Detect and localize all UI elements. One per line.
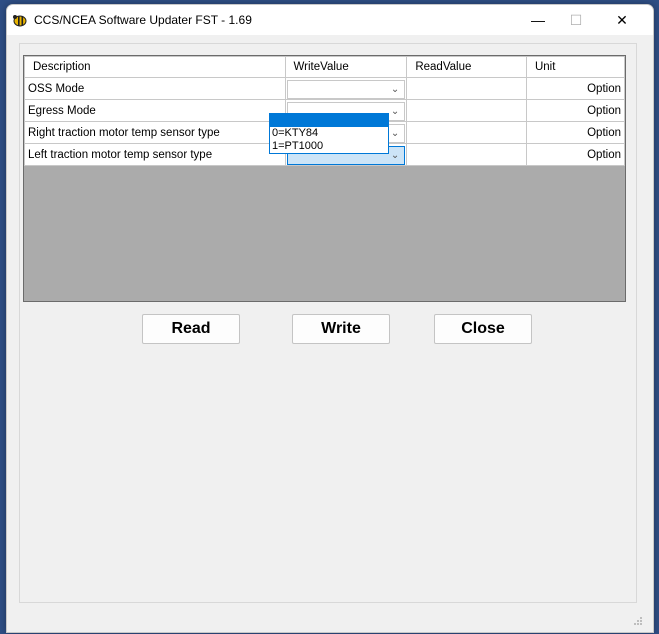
- maximize-icon: ☐: [569, 11, 583, 28]
- chevron-down-icon[interactable]: ⌄: [387, 147, 404, 164]
- row-description: OSS Mode: [24, 77, 286, 100]
- read-button[interactable]: Read: [142, 314, 240, 344]
- chevron-down-icon[interactable]: ⌄: [387, 81, 404, 98]
- row-description: Egress Mode: [24, 99, 286, 122]
- close-window-button[interactable]: ✕: [599, 5, 645, 35]
- window-title: CCS/NCEA Software Updater FST - 1.69: [34, 13, 252, 27]
- title-bar[interactable]: CCS/NCEA Software Updater FST - 1.69 — ☐…: [7, 5, 653, 35]
- column-header-unit[interactable]: Unit: [525, 56, 626, 78]
- unit-cell: Option: [525, 121, 626, 144]
- unit-cell: Option: [525, 77, 626, 100]
- column-header-write-value[interactable]: WriteValue: [284, 56, 408, 78]
- app-bee-icon: [13, 15, 27, 27]
- dropdown-option-kty84[interactable]: 0=KTY84: [270, 127, 388, 140]
- unit-cell: Option: [525, 143, 626, 166]
- write-button[interactable]: Write: [292, 314, 390, 344]
- row-description: Right traction motor temp sensor type: [24, 121, 286, 144]
- minimize-icon: —: [531, 12, 545, 28]
- parameter-grid: Description WriteValue ReadValue Unit OS…: [23, 55, 626, 302]
- dropdown-option-blank[interactable]: [270, 114, 388, 127]
- table-row[interactable]: OSS Mode ⌄ Option: [24, 77, 626, 100]
- unit-cell: Option: [525, 99, 626, 122]
- row-description: Left traction motor temp sensor type: [24, 143, 286, 166]
- write-value-cell[interactable]: ⌄: [284, 77, 408, 100]
- resize-grip-icon[interactable]: [633, 616, 643, 626]
- combobox-dropdown-list: 0=KTY84 1=PT1000: [269, 113, 389, 154]
- close-button[interactable]: Close: [434, 314, 532, 344]
- read-value-cell: [406, 77, 527, 100]
- read-value-cell: [406, 143, 527, 166]
- read-value-cell: [406, 99, 527, 122]
- table-header-row: Description WriteValue ReadValue Unit: [24, 56, 626, 78]
- chevron-down-icon[interactable]: ⌄: [387, 103, 404, 120]
- write-value-combobox[interactable]: ⌄: [286, 79, 405, 99]
- chevron-down-icon[interactable]: ⌄: [387, 125, 404, 142]
- close-icon: ✕: [616, 11, 628, 28]
- maximize-button[interactable]: ☐: [553, 5, 599, 35]
- column-header-read-value[interactable]: ReadValue: [406, 56, 527, 78]
- main-window: CCS/NCEA Software Updater FST - 1.69 — ☐…: [6, 4, 654, 633]
- read-value-cell: [406, 121, 527, 144]
- dropdown-option-pt1000[interactable]: 1=PT1000: [270, 140, 388, 153]
- column-header-description[interactable]: Description: [24, 56, 286, 78]
